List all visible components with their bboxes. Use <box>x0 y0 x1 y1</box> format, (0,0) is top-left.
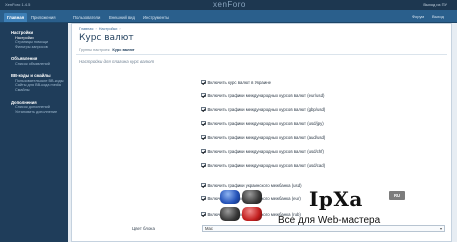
gray-orb-icon <box>220 207 240 221</box>
chevron-down-icon[interactable]: ▾ <box>440 226 442 231</box>
option-row[interactable]: Включить графики международных курсов ва… <box>201 162 325 168</box>
tab-tools[interactable]: Инструменты <box>140 13 172 22</box>
checkbox-checked[interactable] <box>201 162 206 168</box>
option-row[interactable]: Включить графики международных курсов ва… <box>201 120 324 126</box>
option-group-line: Группы настроек: Курс валют <box>79 47 135 52</box>
option-row[interactable]: Включить графики международных курсов ва… <box>201 106 325 112</box>
tab-home[interactable]: Главная <box>4 13 28 22</box>
option-group-value[interactable]: Курс валют <box>112 47 134 52</box>
blue-orb-icon <box>220 190 240 204</box>
breadcrumb-separator: › <box>119 27 121 31</box>
divider <box>76 54 447 55</box>
option-row[interactable]: Включить графики международных курсов ва… <box>201 134 325 140</box>
option-label[interactable]: Включить графики международных курсов ва… <box>208 121 324 126</box>
option-label[interactable]: Включить графики международных курсов ва… <box>208 135 326 140</box>
sidebar-head-notices[interactable]: Объявления <box>0 49 68 62</box>
exit-admin-link[interactable]: Выход из ПУ <box>423 2 447 7</box>
sidebar: Настройки Настройки Страницы помощи Филь… <box>0 23 68 242</box>
sidebar-head-bbcodes[interactable]: BB-коды и смайлы <box>0 66 68 79</box>
version-label: XenForo 1.4.5 <box>5 2 31 7</box>
breadcrumb-options[interactable]: Настройки <box>99 27 118 31</box>
option-label[interactable]: Включить графики международных курсов ва… <box>208 163 326 168</box>
page-title: Курс валют <box>79 33 134 43</box>
main-navigation: Главная Приложения Пользователи Внешний … <box>0 10 457 23</box>
sidebar-head-addons[interactable]: Дополнения <box>0 93 68 106</box>
checkbox-checked[interactable] <box>201 148 206 154</box>
forum-link[interactable]: Форум <box>412 14 424 19</box>
breadcrumb-separator: › <box>95 27 97 31</box>
admin-top-bar: XenForo 1.4.5 xenForo Выход из ПУ <box>0 0 457 10</box>
tab-applications[interactable]: Приложения <box>28 13 59 22</box>
checkbox-checked[interactable] <box>201 195 206 201</box>
xenforo-logo[interactable]: xenForo <box>213 0 246 9</box>
option-label[interactable]: Включить курс валют в Украине <box>208 80 272 85</box>
sidebar-head-options[interactable]: Настройки <box>0 27 68 36</box>
watermark-tagline: Все для Web-мастера <box>278 215 381 226</box>
option-label[interactable]: Включить графики международных курсов ва… <box>208 93 325 98</box>
checkbox-checked[interactable] <box>201 92 206 98</box>
breadcrumb: Главная › Настройки › <box>79 27 123 31</box>
breadcrumb-home[interactable]: Главная <box>79 27 93 31</box>
tab-appearance[interactable]: Внешний вид <box>106 13 138 22</box>
option-label[interactable]: Включить графики международных курсов ва… <box>208 107 326 112</box>
checkbox-checked[interactable] <box>201 211 206 217</box>
block-color-value: Mac <box>205 225 213 231</box>
watermark-ru-badge: RU <box>389 191 405 200</box>
gray-orb-icon <box>242 190 262 204</box>
checkbox-checked[interactable] <box>201 79 206 85</box>
option-group-label: Группы настроек: <box>79 47 111 52</box>
checkbox-checked[interactable] <box>201 134 206 140</box>
watermark-logo: IpXa <box>309 187 363 211</box>
tab-users[interactable]: Пользователи <box>70 13 103 22</box>
checkbox-checked[interactable] <box>201 106 206 112</box>
option-row[interactable]: Включить графики международных курсов ва… <box>201 92 324 98</box>
option-label[interactable]: Включить графики международных курсов ва… <box>208 149 324 154</box>
logout-link[interactable]: Выход <box>432 14 444 19</box>
checkbox-checked[interactable] <box>201 120 206 126</box>
option-row[interactable]: Включить графики международных курсов ва… <box>201 148 324 154</box>
watermark: IpXa RU Все для Web-мастера <box>218 187 440 231</box>
checkbox-checked[interactable] <box>201 182 206 188</box>
block-color-label: Цвет блока <box>132 225 155 231</box>
red-orb-icon <box>242 207 262 221</box>
options-hint: Настройки для плагина курс валют <box>79 59 155 64</box>
option-row[interactable]: Включить курс валют в Украине <box>201 79 271 85</box>
sidebar-item-install-addon[interactable]: Установить дополнение <box>0 110 68 115</box>
